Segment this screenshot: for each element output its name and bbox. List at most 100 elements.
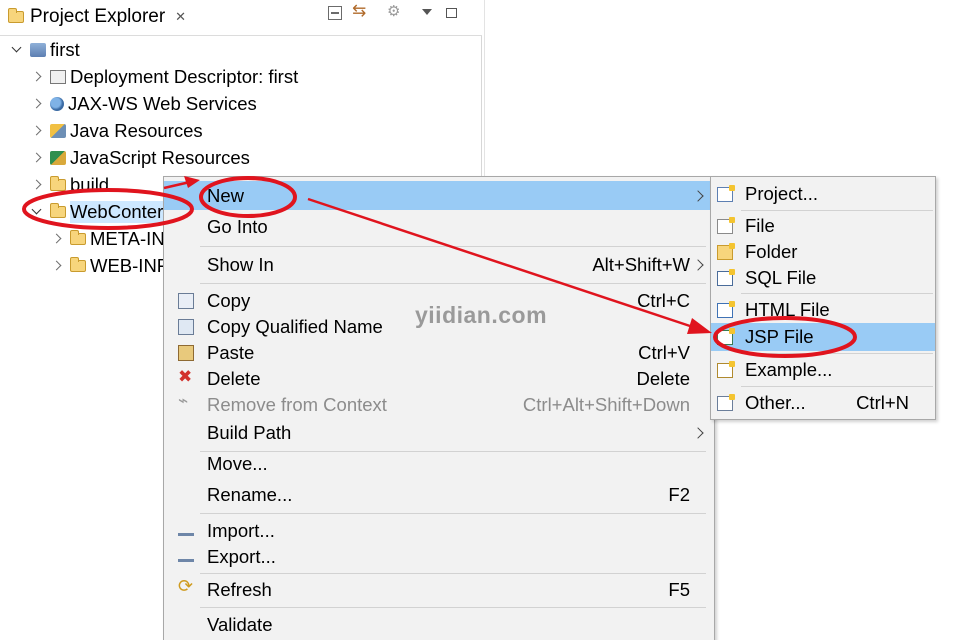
tree-item-first[interactable]: first	[10, 36, 80, 63]
submenu-item-folder[interactable]: Folder	[711, 238, 935, 266]
tree-item-meta-inf[interactable]: META-IN	[50, 225, 165, 252]
context-menu: New Go Into Show In Alt+Shift+W Copy Ctr…	[163, 176, 715, 640]
submenu-item-sql-file[interactable]: SQL File	[711, 264, 935, 292]
expand-icon[interactable]	[50, 259, 64, 273]
expand-icon[interactable]	[30, 97, 44, 111]
expand-icon[interactable]	[30, 205, 44, 219]
submenu-item-label: JSP File	[745, 326, 814, 347]
submenu-item-label: Folder	[745, 241, 798, 262]
menu-item-label: Import...	[207, 519, 275, 541]
view-header: Project Explorer ✕	[0, 0, 482, 36]
menu-item-import[interactable]: Import...	[164, 516, 714, 545]
submenu-item-html-file[interactable]: HTML File	[711, 296, 935, 324]
maximize-icon[interactable]	[446, 8, 457, 18]
submenu-item-label: HTML File	[745, 299, 830, 320]
export-icon	[178, 552, 194, 562]
link-with-editor-icon[interactable]	[352, 1, 368, 21]
menu-separator	[741, 386, 933, 387]
expand-icon[interactable]	[30, 70, 44, 84]
menu-item-validate[interactable]: Validate	[164, 610, 714, 639]
import-icon	[178, 526, 194, 536]
submenu-item-label: Example...	[745, 359, 833, 380]
view-menu-icon[interactable]	[420, 6, 434, 20]
menu-item-label: Copy Qualified Name	[207, 315, 383, 337]
tree-item-build[interactable]: build	[30, 171, 109, 198]
menu-separator	[200, 573, 706, 574]
submenu-item-label: Other...	[745, 392, 806, 413]
descriptor-icon	[50, 69, 66, 84]
submenu-arrow-icon	[692, 258, 704, 271]
tree-item-jax-ws[interactable]: JAX-WS Web Services	[30, 90, 257, 117]
submenu-item-example[interactable]: Example...	[711, 356, 935, 384]
filter-icon[interactable]	[387, 2, 402, 20]
submenu-item-file[interactable]: File	[711, 212, 935, 240]
menu-item-accelerator: F2	[668, 483, 690, 505]
menu-item-accelerator: Ctrl+Alt+Shift+Down	[522, 393, 690, 415]
menu-item-label: Remove from Context	[207, 393, 387, 415]
view-title: Project Explorer	[30, 6, 166, 27]
tree-item-label: WEB-INF	[90, 254, 169, 276]
expand-icon[interactable]	[50, 232, 64, 246]
menu-item-label: Refresh	[207, 578, 272, 600]
menu-item-label: Delete	[207, 367, 261, 389]
new-submenu: Project... File Folder SQL File HTML Fil…	[710, 176, 936, 420]
watermark: yiidian.com	[415, 302, 548, 328]
submenu-arrow-icon	[692, 426, 704, 439]
menu-separator	[200, 246, 706, 247]
menu-item-move[interactable]: Move...	[164, 449, 714, 478]
menu-separator	[741, 293, 933, 294]
new-file-icon	[717, 216, 735, 234]
submenu-item-other[interactable]: Other... Ctrl+N	[711, 389, 935, 417]
delete-icon	[178, 367, 194, 387]
expand-icon[interactable]	[10, 43, 24, 57]
tree-item-label: WebConter	[70, 200, 164, 223]
menu-item-refresh[interactable]: Refresh F5	[164, 575, 714, 604]
menu-separator	[200, 607, 706, 608]
expand-icon[interactable]	[30, 124, 44, 138]
tree-item-javascript-resources[interactable]: JavaScript Resources	[30, 144, 250, 171]
menu-item-export[interactable]: Export...	[164, 542, 714, 571]
close-tab-icon[interactable]: ✕	[175, 9, 186, 25]
example-icon	[717, 360, 735, 378]
copy-qualified-name-icon	[178, 318, 194, 335]
tree-item-java-resources[interactable]: Java Resources	[30, 117, 203, 144]
other-wizard-icon	[717, 393, 735, 411]
web-services-icon	[50, 96, 64, 111]
menu-item-rename[interactable]: Rename... F2	[164, 480, 714, 509]
expand-icon[interactable]	[30, 178, 44, 192]
sql-file-icon	[717, 268, 735, 286]
menu-separator	[200, 283, 706, 284]
menu-item-accelerator: Ctrl+C	[637, 289, 690, 311]
menu-item-build-path[interactable]: Build Path	[164, 418, 714, 447]
menu-item-paste[interactable]: Paste Ctrl+V	[164, 338, 714, 367]
tree-item-webcontent[interactable]: WebConter	[30, 198, 164, 225]
menu-item-remove-from-context: Remove from Context Ctrl+Alt+Shift+Down	[164, 390, 714, 419]
tree-item-deployment-descriptor[interactable]: Deployment Descriptor: first	[30, 63, 298, 90]
menu-item-go-into[interactable]: Go Into	[164, 212, 714, 241]
folder-icon	[70, 229, 86, 245]
submenu-item-accelerator: Ctrl+N	[856, 392, 909, 413]
folder-icon	[50, 202, 66, 218]
new-project-icon	[717, 184, 735, 202]
collapse-all-icon[interactable]	[328, 6, 342, 20]
expand-icon[interactable]	[30, 151, 44, 165]
remove-context-icon	[178, 391, 194, 413]
menu-item-accelerator: Alt+Shift+W	[592, 253, 690, 275]
project-icon	[30, 42, 46, 57]
tree-item-label: META-IN	[90, 227, 165, 249]
menu-item-delete[interactable]: Delete Delete	[164, 364, 714, 393]
menu-item-show-in[interactable]: Show In Alt+Shift+W	[164, 250, 714, 279]
project-explorer-tab[interactable]: Project Explorer ✕	[4, 6, 186, 28]
tree-item-label: first	[50, 38, 80, 60]
submenu-item-project[interactable]: Project...	[711, 180, 935, 208]
menu-item-new[interactable]: New	[164, 181, 714, 210]
tree-item-label: Java Resources	[70, 119, 203, 141]
javascript-resources-icon	[50, 150, 66, 165]
submenu-arrow-icon	[692, 189, 704, 202]
menu-item-label: Export...	[207, 545, 276, 567]
submenu-item-jsp-file[interactable]: JSP File	[711, 323, 935, 351]
tree-item-web-inf[interactable]: WEB-INF	[50, 252, 168, 279]
tree-item-label: JavaScript Resources	[70, 146, 250, 168]
menu-separator	[741, 210, 933, 211]
menu-item-accelerator: Delete	[636, 367, 690, 389]
